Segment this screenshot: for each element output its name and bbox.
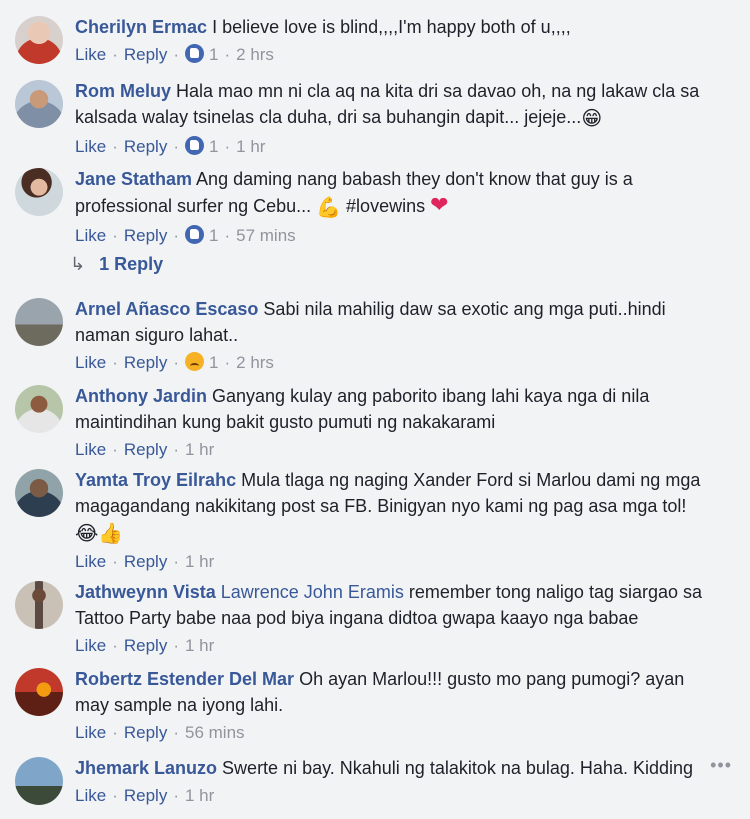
- heart-emoji-icon: ❤: [430, 192, 449, 217]
- avatar[interactable]: [15, 80, 63, 128]
- comment-author[interactable]: Rom Meluy: [75, 81, 171, 101]
- reply-button[interactable]: Reply: [124, 353, 167, 372]
- avatar[interactable]: [15, 16, 63, 64]
- sad-reaction-icon[interactable]: [185, 352, 204, 371]
- avatar[interactable]: [15, 581, 63, 629]
- comment-timestamp[interactable]: 57 mins: [236, 226, 296, 245]
- comment-text: Anthony Jardin Ganyang kulay ang paborit…: [75, 383, 710, 435]
- comment-actions: Like · Reply · 1 hr: [75, 552, 215, 571]
- like-button[interactable]: Like: [75, 552, 106, 571]
- avatar[interactable]: [15, 469, 63, 517]
- grin-emoji-icon: 😁: [581, 108, 603, 130]
- avatar[interactable]: [15, 168, 63, 216]
- reply-arrow-icon: ↳: [70, 254, 86, 274]
- comment-actions: Like · Reply · 1 hr: [75, 786, 215, 805]
- like-reaction-icon[interactable]: [185, 44, 204, 63]
- mentioned-user[interactable]: Lawrence John Eramis: [221, 582, 404, 602]
- flexed-biceps-emoji-icon: 💪: [316, 197, 342, 219]
- replies-count-label: 1 Reply: [99, 254, 164, 274]
- reply-button[interactable]: Reply: [124, 45, 167, 64]
- comment-timestamp[interactable]: 56 mins: [185, 723, 245, 742]
- reaction-count[interactable]: 1: [209, 353, 218, 372]
- reply-button[interactable]: Reply: [124, 440, 167, 459]
- comment-timestamp[interactable]: 1 hr: [236, 137, 265, 156]
- like-button[interactable]: Like: [75, 723, 106, 742]
- comment-author[interactable]: Cherilyn Ermac: [75, 17, 207, 37]
- comment-timestamp[interactable]: 2 hrs: [236, 353, 274, 372]
- avatar[interactable]: [15, 385, 63, 433]
- reaction-count[interactable]: 1: [209, 137, 218, 156]
- like-reaction-icon[interactable]: [185, 136, 204, 155]
- comment-actions: Like · Reply · 1 · 57 mins: [75, 225, 296, 245]
- comment-text: Jathweynn Vista Lawrence John Eramis rem…: [75, 579, 710, 631]
- comment-text: Yamta Troy Eilrahc Mula tlaga ng naging …: [75, 467, 710, 547]
- comment-message: Swerte ni bay. Nkahuli ng talakitok na b…: [217, 758, 694, 778]
- reply-button[interactable]: Reply: [124, 226, 167, 245]
- comment-message: I believe love is blind,,,,I'm happy bot…: [207, 17, 571, 37]
- reply-button[interactable]: Reply: [124, 137, 167, 156]
- comment-text: Jhemark Lanuzo Swerte ni bay. Nkahuli ng…: [75, 755, 710, 781]
- comment-actions: Like · Reply · 1 hr: [75, 636, 215, 655]
- hashtag-lovewins[interactable]: #lovewins: [341, 196, 430, 216]
- comment-timestamp[interactable]: 2 hrs: [236, 45, 274, 64]
- like-reaction-icon[interactable]: [185, 225, 204, 244]
- comment-text: Rom Meluy Hala mao mn ni cla aq na kita …: [75, 78, 710, 132]
- comment-text: Arnel Añasco Escaso Sabi nila mahilig da…: [75, 296, 710, 348]
- like-button[interactable]: Like: [75, 786, 106, 805]
- comment-thread: Cherilyn Ermac I believe love is blind,,…: [0, 0, 750, 819]
- avatar[interactable]: [15, 298, 63, 346]
- comment-timestamp[interactable]: 1 hr: [185, 636, 214, 655]
- comment-author[interactable]: Jane Statham: [75, 169, 192, 189]
- comment-author[interactable]: Yamta Troy Eilrahc: [75, 470, 236, 490]
- comment-actions: Like · Reply · 1 · 2 hrs: [75, 44, 274, 64]
- view-replies-link[interactable]: ↳ 1 Reply: [70, 254, 163, 275]
- avatar[interactable]: [15, 668, 63, 716]
- reply-button[interactable]: Reply: [124, 636, 167, 655]
- like-button[interactable]: Like: [75, 226, 106, 245]
- comment-actions: Like · Reply · 1 · 1 hr: [75, 136, 266, 156]
- reaction-count[interactable]: 1: [209, 226, 218, 245]
- like-button[interactable]: Like: [75, 440, 106, 459]
- comment-timestamp[interactable]: 1 hr: [185, 786, 214, 805]
- comment-timestamp[interactable]: 1 hr: [185, 552, 214, 571]
- comment-actions: Like · Reply · 56 mins: [75, 723, 245, 742]
- comment-author[interactable]: Jhemark Lanuzo: [75, 758, 217, 778]
- like-button[interactable]: Like: [75, 353, 106, 372]
- comment-author[interactable]: Arnel Añasco Escaso: [75, 299, 258, 319]
- reaction-count[interactable]: 1: [209, 45, 218, 64]
- reply-button[interactable]: Reply: [124, 786, 167, 805]
- comment-author[interactable]: Jathweynn Vista: [75, 582, 216, 602]
- reply-button[interactable]: Reply: [124, 723, 167, 742]
- comment-timestamp[interactable]: 1 hr: [185, 440, 214, 459]
- like-button[interactable]: Like: [75, 45, 106, 64]
- like-button[interactable]: Like: [75, 137, 106, 156]
- more-options-icon[interactable]: •••: [710, 755, 732, 776]
- reply-button[interactable]: Reply: [124, 552, 167, 571]
- comment-text: Robertz Estender Del Mar Oh ayan Marlou!…: [75, 666, 710, 718]
- comment-text: Jane Statham Ang daming nang babash they…: [75, 166, 710, 221]
- comment-author[interactable]: Robertz Estender Del Mar: [75, 669, 294, 689]
- like-button[interactable]: Like: [75, 636, 106, 655]
- comment-text: Cherilyn Ermac I believe love is blind,,…: [75, 14, 710, 40]
- comment-actions: Like · Reply · 1 hr: [75, 440, 215, 459]
- laughing-thumbs-up-emoji-icon: 😂👍: [75, 523, 124, 545]
- comment-author[interactable]: Anthony Jardin: [75, 386, 207, 406]
- comment-actions: Like · Reply · 1 · 2 hrs: [75, 352, 274, 372]
- avatar[interactable]: [15, 757, 63, 805]
